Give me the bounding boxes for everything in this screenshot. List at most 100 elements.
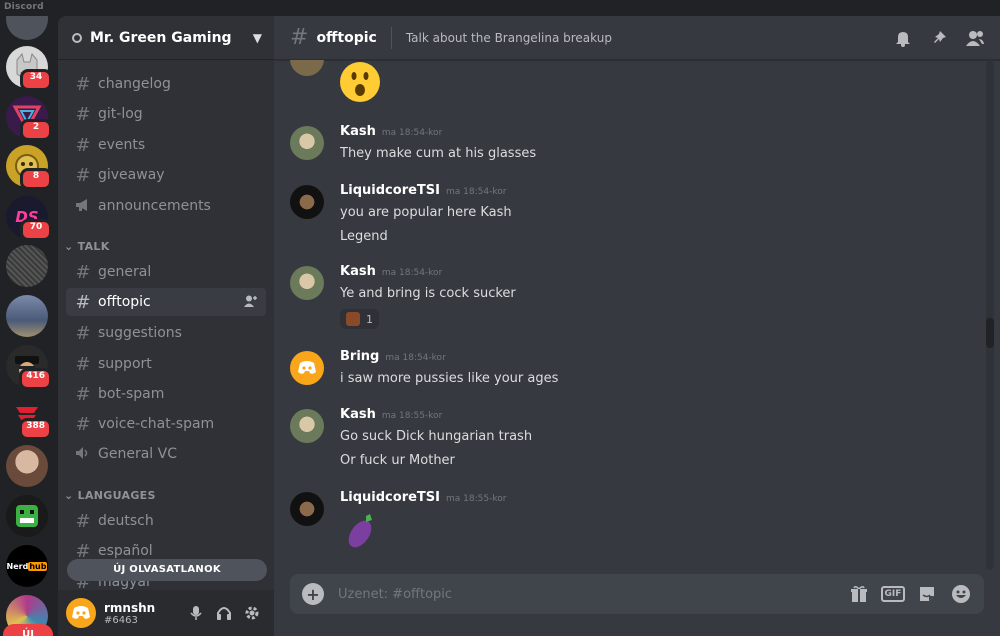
channel-git-log[interactable]: # git-log (66, 100, 266, 128)
unread-badge: 70 (20, 219, 52, 241)
channel-suggestions[interactable]: # suggestions (66, 319, 266, 347)
discord-app: Discord 34 2 8 DS 70 416 388 Nerd hub ÚJ… (0, 0, 1000, 636)
avatar[interactable] (290, 126, 324, 160)
server-icon[interactable]: 34 (6, 46, 52, 91)
server-icon[interactable]: 416 (6, 345, 52, 390)
message-timestamp: ma 18:54-kor (385, 353, 446, 363)
invite-member-icon[interactable] (244, 295, 258, 310)
avatar[interactable] (290, 409, 324, 443)
unread-badge: 388 (19, 418, 52, 440)
guild-name: Mr. Green Gaming (90, 29, 232, 46)
hash-icon: # (75, 73, 91, 95)
speaker-icon (74, 444, 92, 465)
message-text: Or fuck ur Mother (340, 453, 455, 468)
message-author[interactable]: Kash ma 18:55-kor (340, 407, 442, 422)
reaction-emoji-icon (346, 312, 360, 326)
message-author[interactable]: Kash ma 18:54-kor (340, 264, 442, 279)
channel-offtopic[interactable]: # offtopic (66, 288, 266, 316)
message-author[interactable]: Kash ma 18:54-kor (340, 124, 442, 139)
channel-events[interactable]: # events (66, 131, 266, 159)
server-icon[interactable]: DS 70 (6, 196, 52, 241)
channel-topic: Talk about the Brangelina breakup (405, 30, 612, 45)
new-servers-pill[interactable]: ÚJ (3, 624, 53, 636)
server-icon[interactable] (6, 295, 48, 337)
members-icon[interactable] (962, 25, 988, 51)
message-composer: + GIF (290, 574, 984, 614)
microphone-icon[interactable] (182, 599, 210, 627)
hash-icon: # (75, 164, 91, 186)
channel-voice-chat-spam[interactable]: # voice-chat-spam (66, 410, 266, 438)
user-tag: #6463 (104, 614, 138, 626)
message-scrollbar[interactable] (986, 60, 994, 570)
message-timestamp: ma 18:54-kor (381, 268, 443, 278)
unread-badge: 8 (20, 168, 52, 190)
gift-icon[interactable] (844, 580, 874, 608)
bell-icon[interactable] (890, 25, 916, 51)
server-rail: 34 2 8 DS 70 416 388 Nerd hub ÚJ (0, 16, 58, 636)
server-icon[interactable] (6, 495, 48, 537)
channel-sidebar: Mr. Green Gaming ▼ # changelog # git-log #… (58, 16, 274, 636)
channel-changelog[interactable]: # changelog (66, 70, 266, 98)
message-list: Kash ma 18:54-kor They make cum at his gl… (274, 60, 986, 570)
message-author[interactable]: LiquidcoreTSI ma 18:54-kor (340, 183, 506, 198)
message-author[interactable]: LiquidcoreTSI ma 18:55-kor (340, 490, 506, 505)
hash-icon: # (75, 413, 91, 435)
channel-deutsch[interactable]: # deutsch (66, 507, 266, 535)
avatar[interactable] (290, 492, 324, 526)
avatar[interactable] (290, 266, 324, 300)
guild-header[interactable]: Mr. Green Gaming ▼ (58, 16, 274, 60)
category-talk[interactable]: ⌄ TALK (64, 240, 110, 253)
channel-general[interactable]: # general (66, 258, 266, 286)
server-icon[interactable] (6, 445, 48, 487)
message-text: Ye and bring is cock sucker (340, 286, 516, 301)
emoji-icon[interactable] (946, 580, 976, 608)
avatar[interactable] (290, 351, 324, 385)
message-text: i saw more pussies like your ages (340, 371, 559, 386)
sticker-icon[interactable] (912, 580, 942, 608)
server-icon[interactable]: Nerd hub (6, 545, 48, 587)
gif-icon[interactable]: GIF (878, 580, 908, 608)
user-panel: rmnshn #6463 (58, 590, 274, 636)
server-icon[interactable]: 388 (6, 395, 52, 440)
chat-area: # offtopic Talk about the Brangelina bre… (274, 16, 1000, 636)
user-avatar[interactable] (66, 598, 96, 628)
upload-plus-icon[interactable]: + (302, 583, 324, 605)
avatar[interactable] (290, 185, 324, 219)
unread-badge: 2 (20, 119, 52, 141)
hash-icon: # (75, 261, 91, 283)
channel-general-vc[interactable]: General VC (66, 440, 266, 468)
channel-bot-spam[interactable]: # bot-spam (66, 380, 266, 408)
header-divider (390, 26, 392, 49)
new-unreads-pill[interactable]: ÚJ OLVASATLANOK (67, 559, 267, 581)
nerdhub-logo: Nerd hub (6, 545, 48, 587)
headphones-icon[interactable] (210, 599, 238, 627)
scrollbar-thumb[interactable] (986, 318, 994, 348)
message-author[interactable]: Bring ma 18:54-kor (340, 349, 446, 364)
channel-title: offtopic (316, 29, 377, 46)
server-icon[interactable] (6, 245, 48, 287)
chevron-down-icon: ▼ (252, 30, 262, 45)
server-icon[interactable]: 2 (6, 96, 52, 141)
pin-icon[interactable] (926, 25, 952, 51)
channel-giveaway[interactable]: # giveaway (66, 161, 266, 189)
hash-icon: # (75, 383, 91, 405)
server-icon[interactable] (6, 16, 48, 40)
message-text: Go suck Dick hungarian trash (340, 429, 533, 444)
channel-announcements[interactable]: announcements (66, 192, 266, 220)
discord-logo-icon (298, 361, 316, 374)
message-input[interactable] (338, 586, 840, 602)
server-icon[interactable]: 8 (6, 145, 52, 190)
reaction[interactable]: 1 (340, 309, 379, 329)
message-text: They make cum at his glasses (340, 146, 537, 161)
eggplant-emoji (340, 510, 380, 554)
title-bar: Discord (0, 0, 1000, 16)
channel-support[interactable]: # support (66, 350, 266, 378)
hash-icon: # (75, 353, 91, 375)
hash-icon: # (75, 291, 91, 313)
category-languages[interactable]: ⌄ LANGUAGES (64, 489, 156, 502)
avatar[interactable] (290, 60, 324, 76)
channel-header: # offtopic Talk about the Brangelina bre… (274, 16, 1000, 60)
message-timestamp: ma 18:55-kor (381, 411, 443, 421)
gear-icon[interactable] (238, 599, 266, 627)
hash-icon: # (290, 25, 309, 50)
